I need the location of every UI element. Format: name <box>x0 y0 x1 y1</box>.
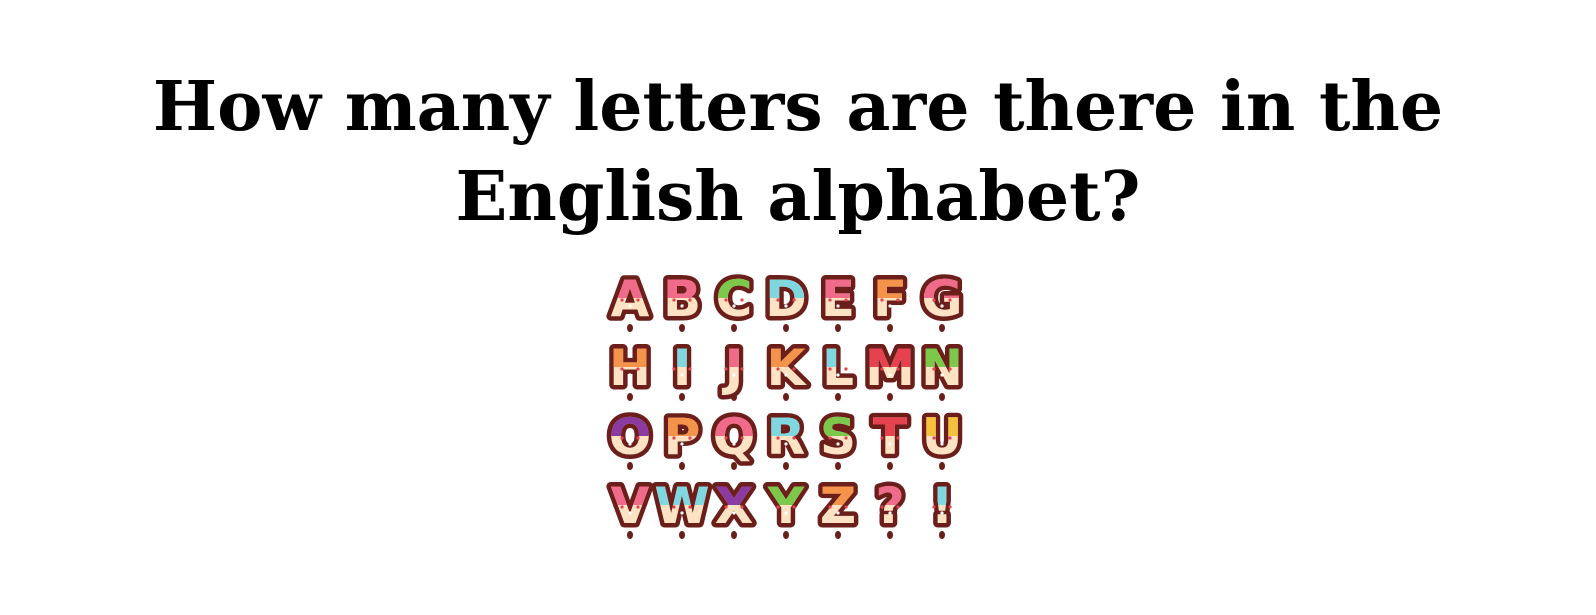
donut-alphabet-illustration: AA BB CC DD EE FF GG HH II JJ KK LL MM NN OO PP QQ RR SS TT… <box>604 266 968 540</box>
donut-letter-j: JJ <box>717 335 748 402</box>
donut-letter-p: PP <box>659 404 705 471</box>
donut-letter-l: LL <box>818 335 859 402</box>
question-title: How many letters are there in the Englis… <box>0 62 1596 242</box>
donut-letter-x: XX <box>710 473 758 540</box>
donut-letter-r: RR <box>762 404 810 471</box>
donut-letter-o: OO <box>604 404 656 471</box>
donut-letter-k: KK <box>762 335 812 402</box>
donut-letter-d: DD <box>761 266 812 333</box>
donut-letter-z: ZZ <box>815 473 860 540</box>
donut-letter-y: YY <box>762 473 809 540</box>
donut-letter-u: UU <box>917 404 967 471</box>
page: How many letters are there in the Englis… <box>0 0 1596 615</box>
donut-letter-m: MM <box>861 335 920 402</box>
donut-letter-f: FF <box>868 266 911 333</box>
donut-letter-e: EE <box>816 266 859 333</box>
donut-letter-g: GG <box>917 266 967 333</box>
donut-letter-h: HH <box>605 335 656 402</box>
donut-letter-s: SS <box>815 404 860 471</box>
question-line-2: English alphabet? <box>455 157 1141 237</box>
donut-letter-c: CC <box>711 266 757 333</box>
donut-letter-w: WW <box>650 473 714 540</box>
donut-letter-n: NN <box>917 335 968 402</box>
question-line-1: How many letters are there in the <box>152 67 1444 147</box>
donut-letter-i: II <box>668 335 696 402</box>
donut-letter-a: AA <box>606 266 654 333</box>
donut-letter-t: TT <box>868 404 911 471</box>
donut-letter-q: QQ <box>708 404 760 471</box>
donut-letter-exclamation: !! <box>926 473 958 540</box>
donut-letter-b: BB <box>658 266 705 333</box>
donut-letter-v: VV <box>606 473 654 540</box>
donut-letter-question: ?? <box>871 473 909 540</box>
